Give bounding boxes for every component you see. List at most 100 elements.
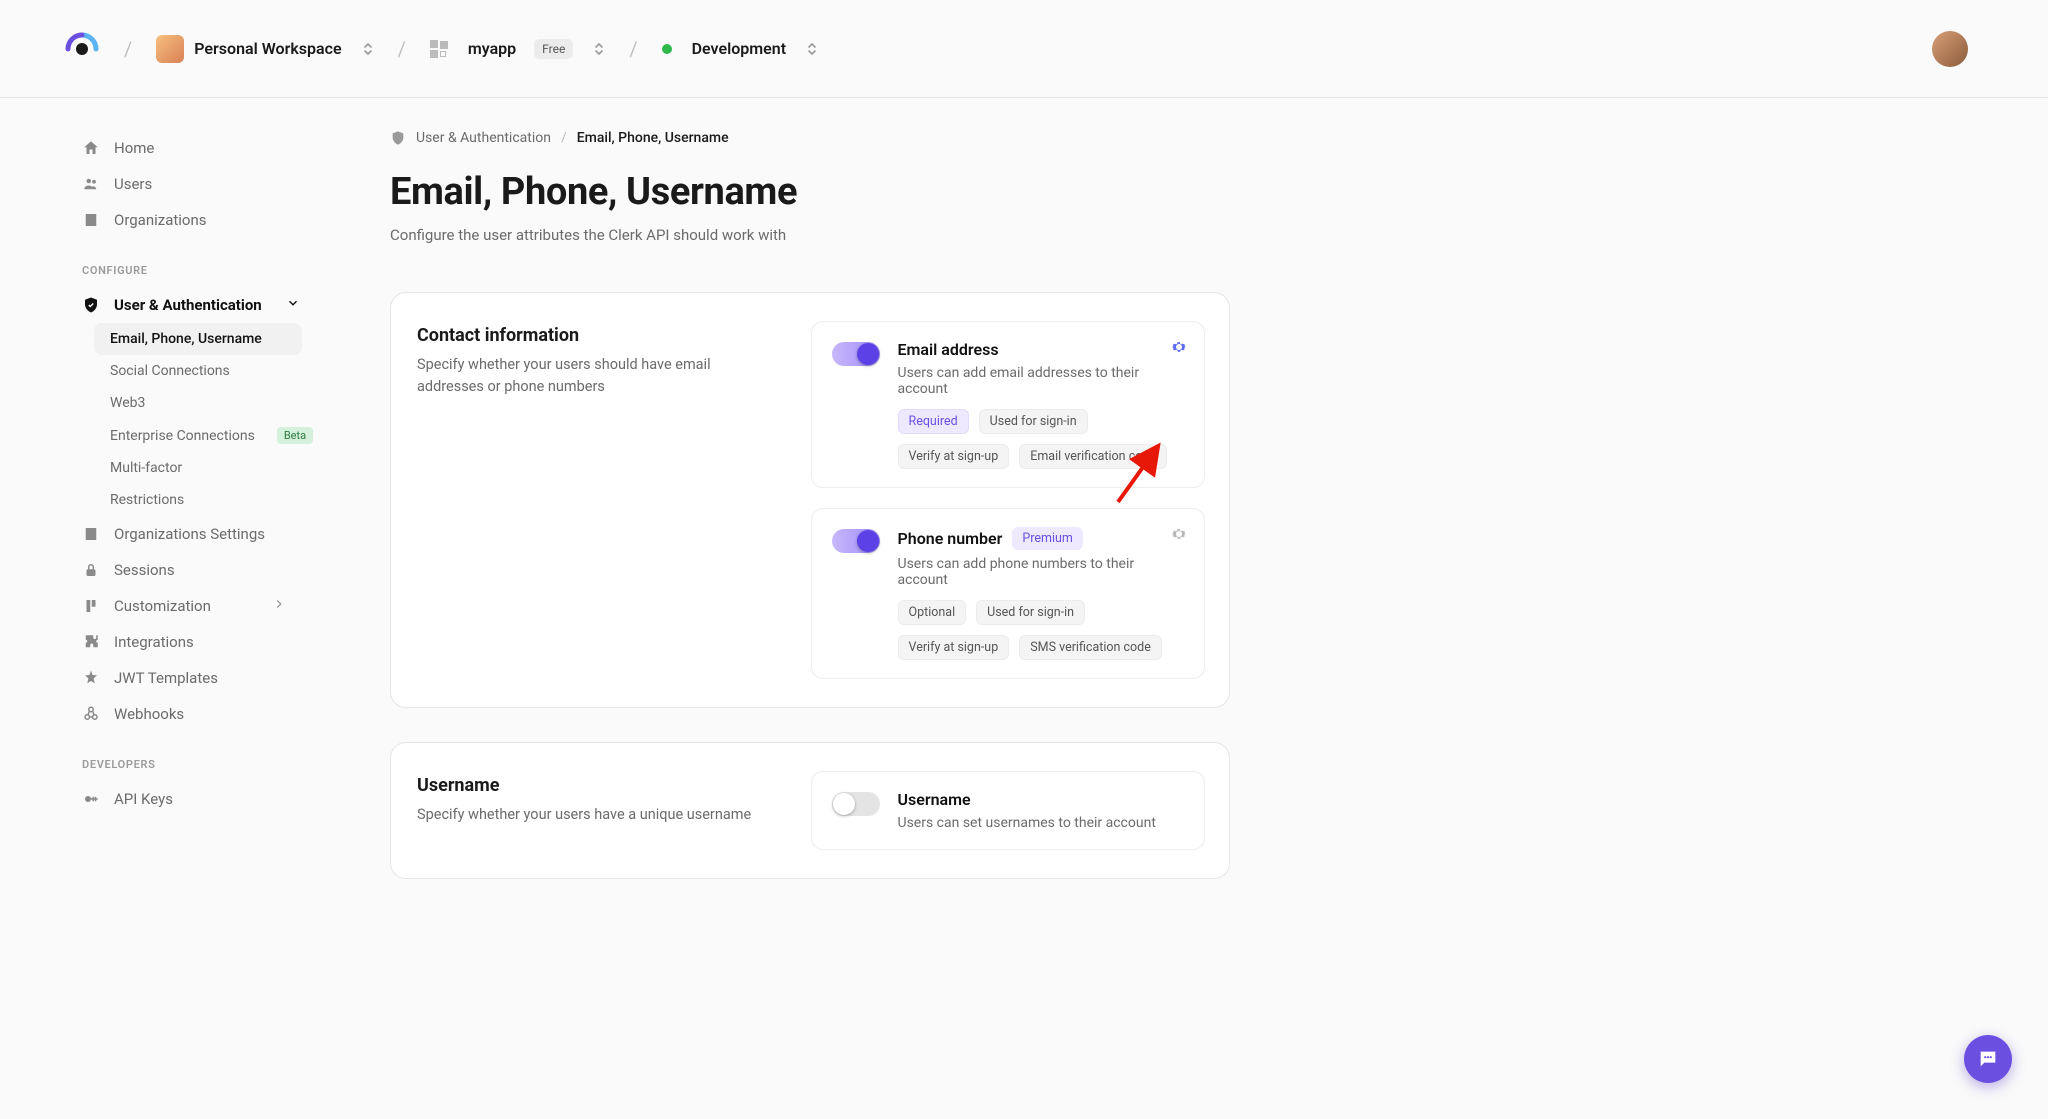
username-card: Username Specify whether your users have… [390, 742, 1230, 879]
sidebar-item-label: Users [114, 175, 152, 193]
shield-icon [390, 130, 406, 146]
email-toggle[interactable] [832, 342, 880, 366]
card-title: Username [417, 775, 771, 796]
phone-number-attribute: Phone number Premium Users can add phone… [811, 508, 1206, 679]
chip-sms-code: SMS verification code [1019, 635, 1162, 660]
chip-verify-signup: Verify at sign-up [898, 635, 1010, 660]
sidebar-section-configure: CONFIGURE [82, 238, 330, 287]
attribute-name: Username [898, 790, 971, 809]
phone-settings-gear-icon[interactable] [1170, 525, 1188, 547]
sidebar-item-label: User & Authentication [114, 296, 262, 314]
breadcrumb-root[interactable]: User & Authentication [416, 130, 551, 146]
sidebar-sub-enterprise[interactable]: Enterprise ConnectionsBeta [110, 419, 330, 452]
sidebar-item-user-auth[interactable]: User & Authentication [82, 287, 330, 323]
sidebar-sub-restrictions[interactable]: Restrictions [110, 484, 330, 516]
sidebar-item-label: Customization [114, 597, 211, 615]
lock-icon [82, 561, 100, 579]
app-icon [430, 40, 448, 58]
chat-icon [1977, 1048, 1999, 1070]
shield-icon [82, 296, 100, 314]
username-toggle[interactable] [832, 792, 880, 816]
sidebar-item-label: Webhooks [114, 705, 184, 723]
premium-badge: Premium [1012, 527, 1083, 550]
main-content: User & Authentication / Email, Phone, Us… [330, 98, 1390, 1119]
sidebar-item-label: Restrictions [110, 492, 184, 508]
breadcrumb-separator: / [561, 130, 567, 146]
top-bar: / Personal Workspace / myapp Free / Deve… [0, 0, 2048, 98]
sidebar-item-org-settings[interactable]: Organizations Settings [82, 516, 330, 552]
contact-information-card: Contact information Specify whether your… [390, 292, 1230, 708]
chevron-down-icon [286, 296, 300, 314]
building-icon [82, 211, 100, 229]
sidebar-item-sessions[interactable]: Sessions [82, 552, 330, 588]
sidebar-sub-email-phone-username[interactable]: Email, Phone, Username [94, 323, 302, 355]
chip-verify-signup: Verify at sign-up [898, 444, 1010, 469]
sidebar-item-integrations[interactable]: Integrations [82, 624, 330, 660]
breadcrumb-separator: / [124, 37, 132, 61]
email-address-attribute: Email address Users can add email addres… [811, 321, 1206, 488]
breadcrumb-separator: / [629, 37, 637, 61]
page-subtitle: Configure the user attributes the Clerk … [390, 226, 1230, 244]
workspace-switcher[interactable]: Personal Workspace [156, 35, 373, 63]
app-switcher[interactable]: myapp Free [430, 39, 606, 59]
sidebar-item-label: Organizations [114, 211, 207, 229]
breadcrumb-current: Email, Phone, Username [577, 130, 729, 146]
sidebar-item-label: API Keys [114, 790, 173, 808]
sidebar-item-webhooks[interactable]: Webhooks [82, 696, 330, 732]
sidebar-item-organizations[interactable]: Organizations [82, 202, 330, 238]
sidebar-item-label: Social Connections [110, 363, 230, 379]
breadcrumb-separator: / [398, 37, 406, 61]
user-menu-avatar[interactable] [1932, 31, 1968, 67]
plan-badge: Free [534, 39, 573, 59]
email-settings-gear-icon[interactable] [1170, 338, 1188, 360]
sidebar-item-home[interactable]: Home [82, 130, 330, 166]
palette-icon [82, 597, 100, 615]
attribute-chips: Required Used for sign-in Verify at sign… [898, 409, 1185, 469]
clerk-logo [64, 31, 100, 67]
sidebar-item-users[interactable]: Users [82, 166, 330, 202]
status-dot-icon [662, 44, 672, 54]
building-icon [82, 525, 100, 543]
chevron-updown-icon [806, 41, 818, 57]
sidebar-item-customization[interactable]: Customization [82, 588, 330, 624]
attribute-chips: Optional Used for sign-in Verify at sign… [898, 600, 1185, 660]
chevron-updown-icon [362, 41, 374, 57]
chip-signin: Used for sign-in [979, 409, 1088, 434]
environment-name: Development [692, 39, 786, 58]
sidebar: Home Users Organizations CONFIGURE User … [0, 98, 330, 1119]
chevron-updown-icon [593, 41, 605, 57]
sidebar-item-label: Integrations [114, 633, 194, 651]
environment-switcher[interactable]: Development [662, 39, 818, 58]
workspace-avatar [156, 35, 184, 63]
users-icon [82, 175, 100, 193]
sidebar-item-label: Web3 [110, 395, 145, 411]
sidebar-item-label: Home [114, 139, 154, 157]
sidebar-item-label: Multi-factor [110, 460, 182, 476]
home-icon [82, 139, 100, 157]
sidebar-sub-social[interactable]: Social Connections [110, 355, 330, 387]
sidebar-item-jwt[interactable]: JWT Templates [82, 660, 330, 696]
attribute-description: Users can add phone numbers to their acc… [898, 556, 1185, 588]
sidebar-item-api-keys[interactable]: API Keys [82, 781, 330, 817]
attribute-name: Email address [898, 340, 999, 359]
puzzle-icon [82, 633, 100, 651]
breadcrumb: User & Authentication / Email, Phone, Us… [390, 130, 1230, 146]
phone-toggle[interactable] [832, 529, 880, 553]
attribute-description: Users can add email addresses to their a… [898, 365, 1185, 397]
app-name: myapp [468, 39, 516, 58]
sidebar-item-label: JWT Templates [114, 669, 218, 687]
attribute-description: Users can set usernames to their account [898, 815, 1185, 831]
card-title: Contact information [417, 325, 771, 346]
sidebar-sub-web3[interactable]: Web3 [110, 387, 330, 419]
sidebar-item-label: Sessions [114, 561, 175, 579]
help-chat-button[interactable] [1964, 1035, 2012, 1083]
username-attribute: Username Users can set usernames to thei… [811, 771, 1206, 850]
sidebar-item-label: Enterprise Connections [110, 428, 255, 444]
sidebar-item-label: Email, Phone, Username [110, 331, 262, 347]
sidebar-sub-multifactor[interactable]: Multi-factor [110, 452, 330, 484]
card-description: Specify whether your users have a unique… [417, 804, 771, 826]
attribute-name: Phone number [898, 529, 1003, 548]
page-title: Email, Phone, Username [390, 170, 1230, 214]
star-icon [82, 669, 100, 687]
sidebar-section-developers: DEVELOPERS [82, 732, 330, 781]
